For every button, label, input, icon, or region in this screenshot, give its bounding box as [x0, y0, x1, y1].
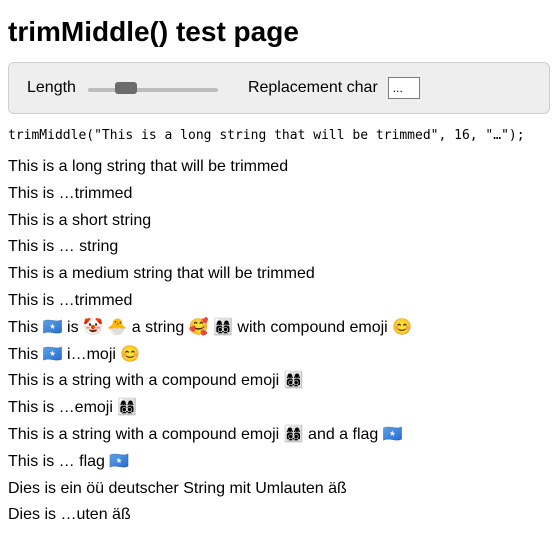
output-line: Dies is …uten äß — [8, 503, 550, 528]
output-line: This 🇸🇴 i…moji 😊 — [8, 343, 550, 368]
output-line: This is a short string — [8, 209, 550, 234]
output-line: This is … flag 🇸🇴 — [8, 450, 550, 475]
output-line: This is a string with a compound emoji 👩… — [8, 369, 550, 394]
page-title: trimMiddle() test page — [8, 16, 550, 48]
replacement-char-label: Replacement char — [248, 79, 378, 97]
output-line: This is …trimmed — [8, 289, 550, 314]
output-line: Dies is ein öü deutscher String mit Umla… — [8, 477, 550, 502]
output-line: This is a long string that will be trimm… — [8, 155, 550, 180]
controls-panel: Length Replacement char — [8, 62, 550, 114]
length-label: Length — [27, 79, 76, 97]
replacement-char-input[interactable] — [388, 77, 420, 99]
output-line: This 🇸🇴 is 🤡 🐣 a string 🥰 👩‍👩‍👦‍👦 with c… — [8, 316, 550, 341]
output-line: This is … string — [8, 235, 550, 260]
code-sample: trimMiddle("This is a long string that w… — [8, 128, 550, 143]
output-line: This is …trimmed — [8, 182, 550, 207]
length-slider[interactable] — [88, 88, 218, 92]
output-line: This is a string with a compound emoji 👩… — [8, 423, 550, 448]
output-lines: This is a long string that will be trimm… — [8, 155, 550, 528]
output-line: This is a medium string that will be tri… — [8, 262, 550, 287]
output-line: This is …emoji 👩‍👩‍👦‍👦 — [8, 396, 550, 421]
